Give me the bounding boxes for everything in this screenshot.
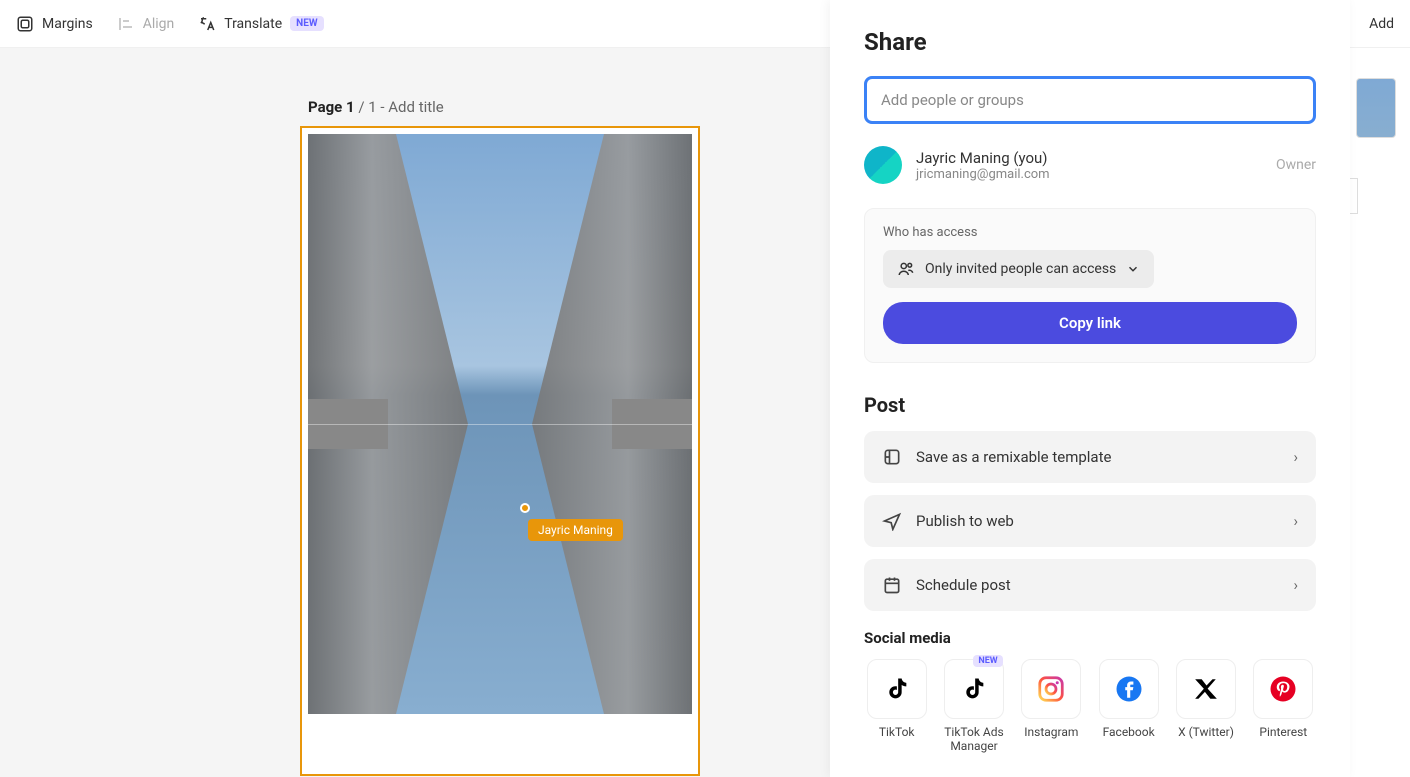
page-subtitle: / 1 - Add title [355,98,444,116]
page-thumbnail[interactable] [1356,78,1396,138]
align-button[interactable]: Align [117,15,175,33]
social-instagram[interactable]: Instagram [1019,659,1084,753]
translate-button[interactable]: Translate NEW [198,15,323,33]
canvas-image [308,134,692,714]
align-label: Align [143,16,175,32]
access-dropdown[interactable]: Only invited people can access [883,250,1154,288]
chevron-right-icon: › [1293,448,1298,466]
margins-label: Margins [42,16,93,32]
owner-row: Jayric Maning (you) jricmaning@gmail.com… [864,146,1316,184]
canvas-area: Page 1 / 1 - Add title Jayric Maning [0,48,830,777]
collaborator-cursor-dot [520,503,530,513]
template-icon [882,447,902,467]
chevron-right-icon: › [1293,576,1298,594]
chevron-right-icon: › [1293,512,1298,530]
social-facebook[interactable]: Facebook [1096,659,1161,753]
copy-link-button[interactable]: Copy link [883,302,1297,344]
social-tiktok[interactable]: TikTok [864,659,929,753]
share-heading: Share [864,28,1316,56]
social-tiktok-label: TikTok [864,725,929,739]
social-new-badge: NEW [973,655,1002,667]
save-template-button[interactable]: Save as a remixable template › [864,431,1316,483]
save-template-label: Save as a remixable template [916,448,1111,466]
translate-label: Translate [224,16,282,32]
social-tiktok-ads-label: TikTok Ads Manager [941,725,1006,753]
add-button[interactable]: Add [1369,16,1394,32]
instagram-icon [1021,659,1081,719]
collaborator-cursor-tag: Jayric Maning [528,519,623,541]
page-title[interactable]: Page 1 / 1 - Add title [308,98,444,116]
x-icon [1176,659,1236,719]
artboard[interactable]: Jayric Maning [300,126,700,776]
people-input[interactable] [869,81,1311,119]
access-label: Who has access [883,225,1297,240]
calendar-icon [882,575,902,595]
send-icon [882,511,902,531]
owner-role: Owner [1276,157,1316,173]
chevron-down-icon [1126,262,1140,276]
publish-web-button[interactable]: Publish to web › [864,495,1316,547]
margins-icon [16,15,34,33]
schedule-post-label: Schedule post [916,576,1011,594]
social-pinterest-label: Pinterest [1251,725,1316,739]
social-tiktok-ads[interactable]: NEW TikTok Ads Manager [941,659,1006,753]
social-facebook-label: Facebook [1096,725,1161,739]
people-input-wrap [864,76,1316,124]
social-x[interactable]: X (Twitter) [1173,659,1238,753]
social-grid: TikTok NEW TikTok Ads Manager Instagram … [864,659,1316,753]
tiktok-ads-icon [944,659,1004,719]
translate-new-badge: NEW [290,16,323,31]
social-x-label: X (Twitter) [1173,725,1238,739]
margins-button[interactable]: Margins [16,15,93,33]
owner-info: Jayric Maning (you) jricmaning@gmail.com [916,149,1262,182]
reflection-line [308,424,692,425]
access-option-text: Only invited people can access [925,261,1116,277]
social-heading: Social media [864,629,1316,647]
social-instagram-label: Instagram [1019,725,1084,739]
owner-email: jricmaning@gmail.com [916,167,1262,182]
post-heading: Post [864,393,1316,417]
share-panel: Share Jayric Maning (you) jricmaning@gma… [830,0,1350,777]
page-number: Page 1 [308,98,355,116]
publish-web-label: Publish to web [916,512,1014,530]
right-rail: ‹ [1345,48,1410,777]
tiktok-icon [867,659,927,719]
social-pinterest[interactable]: Pinterest [1251,659,1316,753]
align-icon [117,15,135,33]
access-block: Who has access Only invited people can a… [864,208,1316,363]
translate-icon [198,15,216,33]
people-icon [897,260,915,278]
owner-name: Jayric Maning (you) [916,149,1262,167]
pinterest-icon [1253,659,1313,719]
avatar [864,146,902,184]
schedule-post-button[interactable]: Schedule post › [864,559,1316,611]
facebook-icon [1099,659,1159,719]
